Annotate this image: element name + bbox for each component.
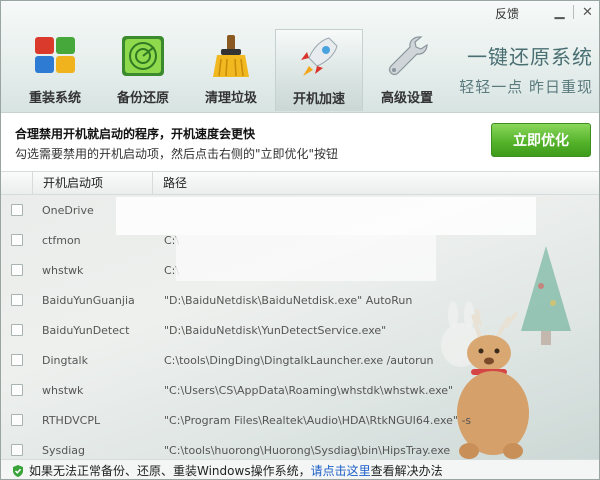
nav-item-advanced[interactable]: 高级设置: [363, 29, 451, 111]
header-checkbox-column: [1, 172, 33, 195]
broom-icon: [213, 35, 249, 77]
window-controls: ▁ ✕: [546, 1, 599, 23]
startup-items-table: 开机启动项 路径 OneDrive ctfmon C:\ whstwk C:\ …: [1, 171, 599, 459]
table-row[interactable]: RTHDVCPL "C:\Program Files\Realtek\Audio…: [1, 405, 599, 435]
nav-item-boost[interactable]: 开机加速: [275, 29, 363, 111]
nav-item-reinstall[interactable]: 重装系统: [11, 29, 99, 111]
optimize-now-button[interactable]: 立即优化: [491, 123, 591, 157]
table-row[interactable]: BaiduYunDetect "D:\BaiduNetdisk\YunDetec…: [1, 315, 599, 345]
nav-label-backup: 备份还原: [116, 91, 169, 106]
startup-item-name: BaiduYunDetect: [42, 323, 130, 337]
brand-title: 一键还原系统: [467, 45, 593, 69]
main-nav: 重装系统 备份还原 清理垃圾 开机加速 高级设置: [11, 29, 451, 111]
minimize-button[interactable]: ▁: [546, 1, 573, 23]
help-link[interactable]: 请点击这里: [311, 462, 371, 479]
column-header-path[interactable]: 路径: [153, 172, 599, 195]
startup-item-path: "D:\BaiduNetdisk\YunDetectService.exe": [164, 323, 387, 337]
nav-label-reinstall: 重装系统: [28, 91, 81, 106]
startup-item-path: "C:\Program Files\Realtek\Audio\HDA\RtkN…: [164, 413, 472, 427]
redacted-region: [116, 197, 536, 235]
status-footer: 如果无法正常备份、还原、重装Windows操作系统， 请点击这里 查看解决办法: [1, 459, 599, 479]
notice-subtext: 勾选需要禁用的开机启动项，然后点击右侧的"立即优化"按钮: [15, 147, 339, 161]
table-row[interactable]: BaiduYunGuanjia "D:\BaiduNetdisk\BaiduNe…: [1, 285, 599, 315]
startup-item-path: "C:\tools\huorong\Huorong\Sysdiag\bin\Hi…: [164, 443, 451, 457]
windows-blocks-icon: [35, 37, 75, 73]
startup-item-path: C:\tools\DingDing\DingtalkLauncher.exe /…: [164, 353, 434, 367]
startup-item-name: whstwk: [42, 383, 84, 397]
row-checkbox[interactable]: [11, 414, 23, 426]
startup-item-path: "D:\BaiduNetdisk\BaiduNetdisk.exe" AutoR…: [164, 293, 413, 307]
column-header-startup-item[interactable]: 开机启动项: [33, 172, 153, 195]
row-checkbox[interactable]: [11, 384, 23, 396]
redacted-region: [176, 235, 436, 281]
row-checkbox[interactable]: [11, 444, 23, 456]
feedback-link[interactable]: 反馈: [495, 5, 519, 22]
table-row[interactable]: Sysdiag "C:\tools\huorong\Huorong\Sysdia…: [1, 435, 599, 459]
close-icon: ✕: [582, 4, 593, 20]
notice-bar: 合理禁用开机就启动的程序，开机速度会更快 勾选需要禁用的开机启动项，然后点击右侧…: [1, 113, 599, 171]
row-checkbox[interactable]: [11, 354, 23, 366]
footer-text: 如果无法正常备份、还原、重装Windows操作系统，: [29, 464, 311, 478]
startup-item-name: Sysdiag: [42, 443, 85, 457]
row-checkbox[interactable]: [11, 204, 23, 216]
app-window: 反馈 ▁ ✕ 重装系统 备份还原 清理垃圾 开机加速 高级设置 一键还原系统 轻…: [0, 0, 600, 480]
nav-item-clean[interactable]: 清理垃圾: [187, 29, 275, 111]
shield-check-icon: [13, 464, 23, 477]
close-button[interactable]: ✕: [574, 1, 599, 23]
footer-text-tail: 查看解决办法: [370, 464, 443, 478]
top-toolbar: 反馈 ▁ ✕ 重装系统 备份还原 清理垃圾 开机加速 高级设置 一键还原系统 轻…: [1, 1, 599, 113]
startup-item-name: whstwk: [42, 263, 84, 277]
radar-icon: [122, 36, 164, 76]
brand-subtitle: 轻轻一点 昨日重现: [459, 78, 593, 96]
startup-item-name: ctfmon: [42, 233, 81, 247]
row-checkbox[interactable]: [11, 294, 23, 306]
nav-label-clean: 清理垃圾: [204, 91, 257, 106]
notice-headline: 合理禁用开机就启动的程序，开机速度会更快: [15, 127, 256, 141]
minimize-icon: ▁: [554, 4, 565, 20]
row-checkbox[interactable]: [11, 234, 23, 246]
nav-item-backup[interactable]: 备份还原: [99, 29, 187, 111]
wrench-icon: [388, 36, 428, 76]
startup-item-name: RTHDVCPL: [42, 413, 101, 427]
nav-label-advanced: 高级设置: [380, 91, 433, 106]
rocket-icon: [301, 37, 338, 76]
startup-item-path: "C:\Users\CS\AppData\Roaming\whstdk\whst…: [164, 383, 454, 397]
table-header: 开机启动项 路径: [1, 171, 599, 195]
table-row[interactable]: Dingtalk C:\tools\DingDing\DingtalkLaunc…: [1, 345, 599, 375]
nav-label-boost: 开机加速: [292, 92, 345, 107]
startup-item-name: BaiduYunGuanjia: [42, 293, 135, 307]
brand-block: 一键还原系统 轻轻一点 昨日重现: [459, 41, 593, 97]
row-checkbox[interactable]: [11, 324, 23, 336]
table-row[interactable]: whstwk "C:\Users\CS\AppData\Roaming\whst…: [1, 375, 599, 405]
startup-item-name: Dingtalk: [42, 353, 88, 367]
row-checkbox[interactable]: [11, 264, 23, 276]
